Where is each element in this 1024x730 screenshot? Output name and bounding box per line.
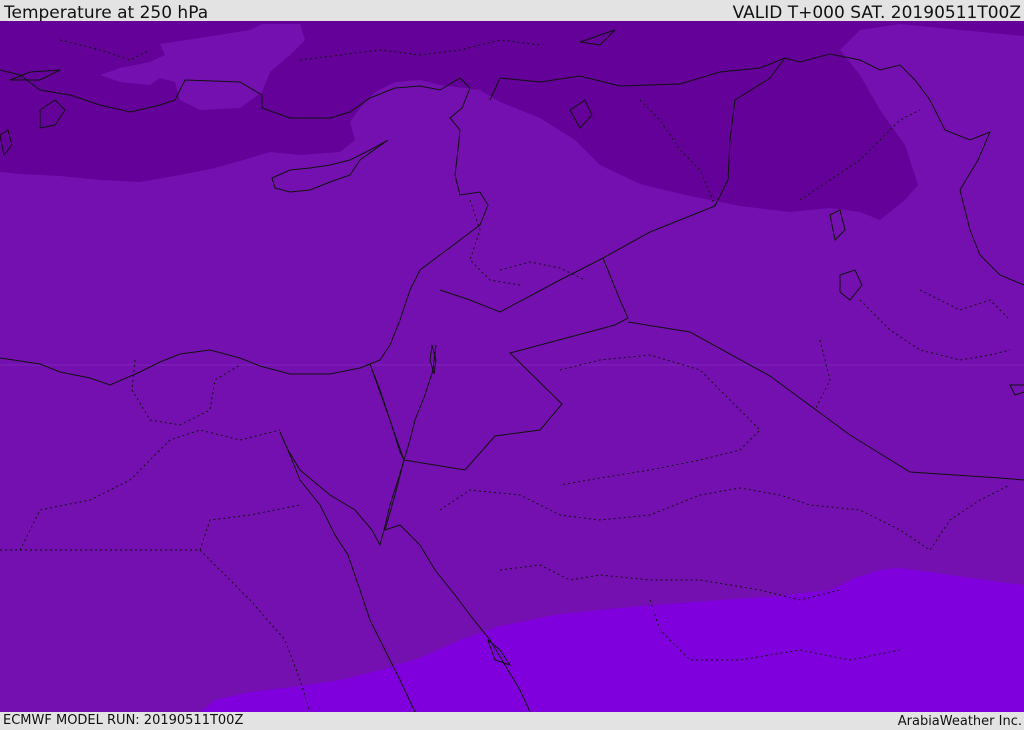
- model-run-label: ECMWF MODEL RUN: 20190511T00Z: [3, 713, 244, 728]
- map-title: Temperature at 250 hPa: [4, 3, 209, 23]
- credit-label: ArabiaWeather Inc.: [897, 714, 1022, 729]
- valid-time: VALID T+000 SAT. 20190511T00Z: [732, 3, 1021, 23]
- map-canvas: [0, 21, 1024, 712]
- header-bar: Temperature at 250 hPa VALID T+000 SAT. …: [0, 0, 1024, 23]
- map-area: [0, 21, 1024, 712]
- footer-bar: ECMWF MODEL RUN: 20190511T00Z ArabiaWeat…: [0, 712, 1024, 729]
